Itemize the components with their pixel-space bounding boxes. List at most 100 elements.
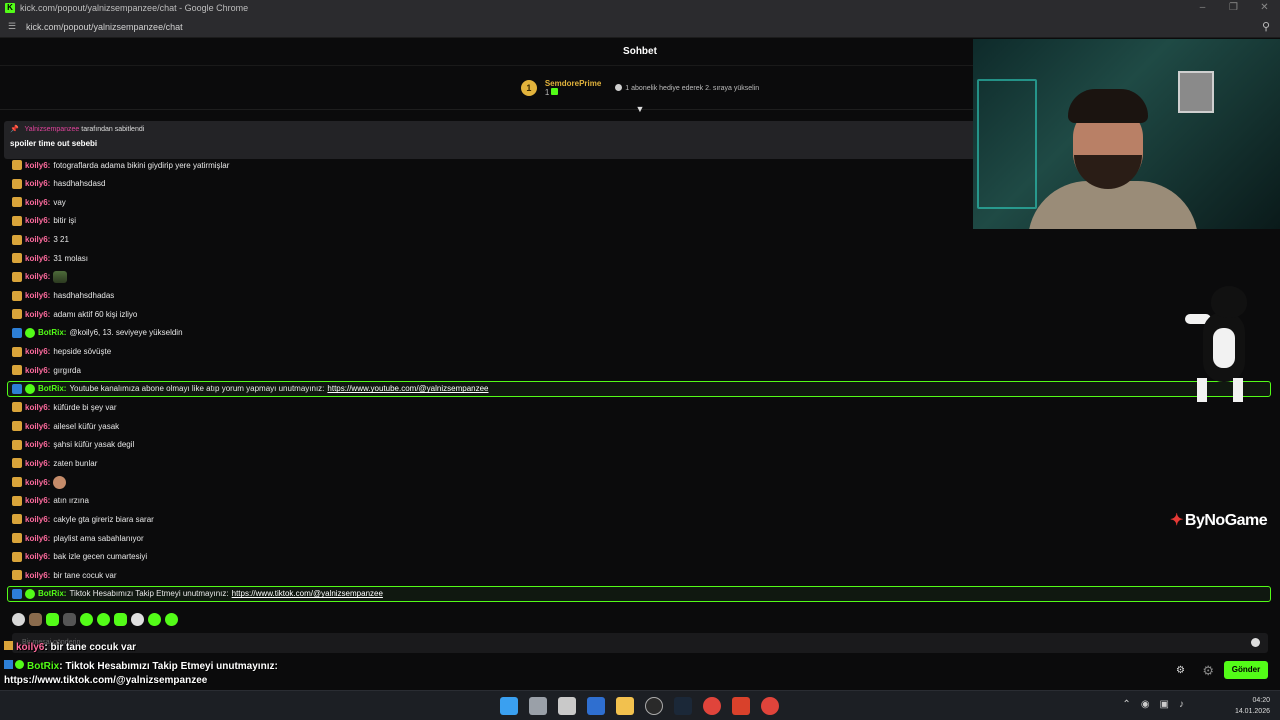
emote-icon[interactable] — [63, 612, 76, 626]
message-username[interactable]: koily6: — [25, 552, 50, 561]
chat-message[interactable]: BotRix: Youtube kanalımıza abone olmayı l… — [12, 382, 489, 396]
leader-name[interactable]: SemdorePrime — [545, 79, 601, 88]
app-icon[interactable] — [645, 697, 663, 715]
chat-message[interactable]: koily6: — [12, 475, 67, 489]
pinned-author[interactable]: Yalnizsempanzee — [25, 126, 80, 133]
chat-message[interactable]: koily6: bitir işi — [12, 214, 76, 228]
message-username[interactable]: koily6: — [25, 272, 50, 281]
chat-message[interactable]: koily6: bir tane cocuk var — [12, 568, 116, 582]
chrome-icon[interactable] — [761, 697, 779, 715]
chat-message[interactable]: koily6: atın ırzına — [12, 494, 89, 508]
send-button[interactable]: Gönder — [1224, 661, 1268, 679]
chat-settings-icon[interactable]: ⚙ — [1202, 663, 1214, 679]
display-icon[interactable]: ▣ — [1160, 699, 1169, 710]
kick-favicon-icon: K — [5, 3, 15, 13]
bot-badge-icon — [12, 588, 22, 599]
message-text: hepside sövüşte — [53, 347, 112, 356]
message-username[interactable]: koily6: — [25, 179, 50, 188]
message-username[interactable]: koily6: — [25, 366, 50, 375]
chat-input[interactable]: Bir mesaj gönderin — [12, 633, 1268, 653]
chrome-icon[interactable] — [703, 697, 721, 715]
message-username[interactable]: BotRix: — [38, 328, 66, 337]
app-icon[interactable] — [732, 697, 750, 715]
app-icon[interactable] — [558, 697, 576, 715]
message-username[interactable]: BotRix: — [38, 589, 66, 598]
chat-message[interactable]: koily6: gırgırda — [12, 363, 81, 377]
message-username[interactable]: koily6: — [25, 440, 50, 449]
chat-message[interactable]: koily6: hepside sövüşte — [12, 345, 111, 359]
message-username[interactable]: koily6: — [25, 216, 50, 225]
close-button[interactable]: ✕ — [1249, 0, 1280, 16]
chat-message[interactable]: koily6: hasdhahsdasd — [12, 177, 105, 191]
chat-message[interactable]: BotRix: Tiktok Hesabımızı Takip Etmeyi un… — [12, 587, 383, 601]
task-view-icon[interactable] — [529, 697, 547, 715]
emote-icon[interactable] — [80, 612, 93, 626]
emote-icon[interactable] — [97, 612, 110, 626]
chat-message[interactable]: koily6: küfürde bi şey var — [12, 400, 116, 414]
message-username[interactable]: koily6: — [25, 310, 50, 319]
chat-message[interactable]: koily6: fotograflarda adama bikini giydir… — [12, 158, 229, 172]
settings-icon[interactable]: ⚙ — [1176, 665, 1185, 676]
steam-icon[interactable] — [674, 697, 692, 715]
emote-icon[interactable] — [165, 612, 178, 626]
chat-message[interactable]: koily6: hasdhahsdhadas — [12, 289, 114, 303]
chat-message[interactable]: BotRix: @koily6, 13. seviyeye yükseldin — [12, 326, 183, 340]
app-icon[interactable] — [587, 697, 605, 715]
message-username[interactable]: koily6: — [25, 534, 50, 543]
emote-icon[interactable] — [12, 612, 25, 626]
message-username[interactable]: koily6: — [25, 403, 50, 412]
chat-message[interactable]: koily6: ailesel küfür yasak — [12, 419, 119, 433]
start-icon[interactable] — [500, 697, 518, 715]
message-username[interactable]: koily6: — [25, 347, 50, 356]
emoji-picker-icon[interactable] — [1251, 638, 1260, 647]
message-username[interactable]: koily6: — [25, 496, 50, 505]
file-explorer-icon[interactable] — [616, 697, 634, 715]
minimize-button[interactable]: – — [1187, 0, 1218, 16]
message-username[interactable]: koily6: — [25, 291, 50, 300]
chat-message[interactable]: koily6: playlist ama sabahlanıyor — [12, 531, 144, 545]
emote-icon[interactable] — [29, 612, 42, 626]
rank-medal-icon: 1 — [520, 79, 537, 96]
crown-badge-icon — [12, 439, 22, 450]
emote-icon[interactable] — [46, 612, 59, 626]
message-username[interactable]: koily6: — [25, 459, 50, 468]
message-text: küfürde bi şey var — [53, 402, 117, 412]
crown-badge-icon — [12, 421, 22, 432]
chat-message[interactable]: koily6: şahsi küfür yasak degil — [12, 438, 134, 452]
chat-message[interactable]: koily6: — [12, 270, 68, 284]
chat-message[interactable]: koily6: zaten bunlar — [12, 456, 97, 470]
message-username[interactable]: koily6: — [25, 161, 50, 170]
chat-message[interactable]: koily6: 3 21 — [12, 233, 69, 247]
emote-icon[interactable] — [131, 612, 144, 626]
microphone-icon[interactable]: ◉ — [1141, 699, 1150, 710]
chat-message[interactable]: koily6: 31 molası — [12, 251, 88, 265]
message-link[interactable]: https://www.youtube.com/@yalnizsempanzee — [327, 384, 488, 393]
message-username[interactable]: koily6: — [25, 571, 50, 580]
collapse-icon[interactable]: ▼ — [635, 104, 645, 114]
message-username[interactable]: BotRix: — [38, 384, 66, 393]
emote-icon[interactable] — [114, 612, 127, 626]
chat-message[interactable]: koily6: vay — [12, 195, 66, 209]
chat-message[interactable]: koily6: adamı aktif 60 kişi izliyo — [12, 307, 137, 321]
message-username[interactable]: koily6: — [25, 235, 50, 244]
zoom-icon[interactable]: ⚲ — [1262, 20, 1270, 33]
message-text: bitir işi — [53, 216, 77, 226]
message-username[interactable]: koily6: — [25, 515, 50, 524]
chat-message[interactable]: koily6: cakyle gta gireriz biara sarar — [12, 512, 154, 526]
address-bar[interactable]: ☰ kick.com/popout/yalnizsempanzee/chat ⚲ — [0, 16, 1280, 38]
url-text[interactable]: kick.com/popout/yalnizsempanzee/chat — [26, 22, 183, 32]
message-link[interactable]: https://www.tiktok.com/@yalnizsempanzee — [232, 589, 383, 598]
message-username[interactable]: koily6: — [25, 254, 50, 263]
message-text: cakyle gta gireriz biara sarar — [53, 514, 154, 524]
chat-message[interactable]: koily6: bak izle gecen cumartesiyi — [12, 550, 147, 564]
emote-icon[interactable] — [148, 612, 161, 626]
restore-button[interactable]: ❐ — [1218, 0, 1249, 16]
message-username[interactable]: koily6: — [25, 198, 50, 207]
volume-icon[interactable]: ♪ — [1179, 699, 1184, 710]
chevron-up-icon[interactable]: ⌃ — [1122, 699, 1130, 710]
message-username[interactable]: koily6: — [25, 422, 50, 431]
site-info-icon[interactable]: ☰ — [8, 21, 18, 32]
message-username[interactable]: koily6: — [25, 478, 50, 487]
crown-badge-icon — [12, 234, 22, 245]
clock[interactable]: 04:20 14.01.2026 — [1235, 695, 1270, 717]
